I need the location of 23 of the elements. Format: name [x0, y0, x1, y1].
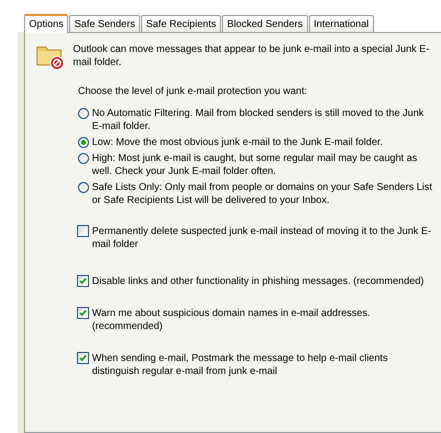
checkbox-label: Disable links and other functionality in phishing messages. (recommended)	[92, 275, 425, 288]
checkbox-label: Warn me about suspicious domain names in e-mail addresses. (recommended)	[92, 307, 372, 333]
tab[interactable]: Blocked Senders	[222, 15, 308, 32]
radio-button[interactable]	[78, 137, 89, 148]
radio-button[interactable]	[78, 108, 89, 119]
intro-text: Outlook can move messages that appear to be junk e-mail into a special Junk E-mail folder.	[73, 43, 430, 70]
tab[interactable]: International	[308, 15, 374, 32]
checkbox[interactable]	[77, 225, 89, 237]
checkbox[interactable]	[77, 352, 89, 364]
radio-label: Safe Lists Only: Only mail from people or domains on your Safe Senders List or Safe Recipients List will be delivered to your Inbox.	[92, 181, 434, 207]
radio-label: No Automatic Filtering. Mail from blocked senders is still moved to the Junk E-mail folder.	[92, 107, 425, 133]
radio-label: High: Most junk e-mail is caught, but some regular mail may be caught as well. Check your Junk E-mail folder often.	[92, 152, 418, 178]
tab[interactable]: Options	[24, 14, 68, 33]
radio-button[interactable]	[78, 182, 89, 193]
radio-button[interactable]	[78, 153, 89, 164]
prompt-text: Choose the level of junk e-mail protection you want:	[78, 86, 308, 97]
tab[interactable]: Safe Recipients	[141, 15, 222, 32]
checkbox[interactable]	[77, 307, 89, 319]
tab[interactable]: Safe Senders	[69, 15, 140, 32]
radio-label: Low: Move the most obvious junk e-mail to the Junk E-mail folder.	[92, 136, 384, 149]
checkbox[interactable]	[77, 275, 89, 287]
checkbox-label: When sending e-mail, Postmark the message to help e-mail clients distinguish regular e-mail from junk e-mail	[92, 352, 389, 378]
checkbox-label: Permanently delete suspected junk e-mail instead of moving it to the Junk E-mail folder	[92, 225, 432, 251]
